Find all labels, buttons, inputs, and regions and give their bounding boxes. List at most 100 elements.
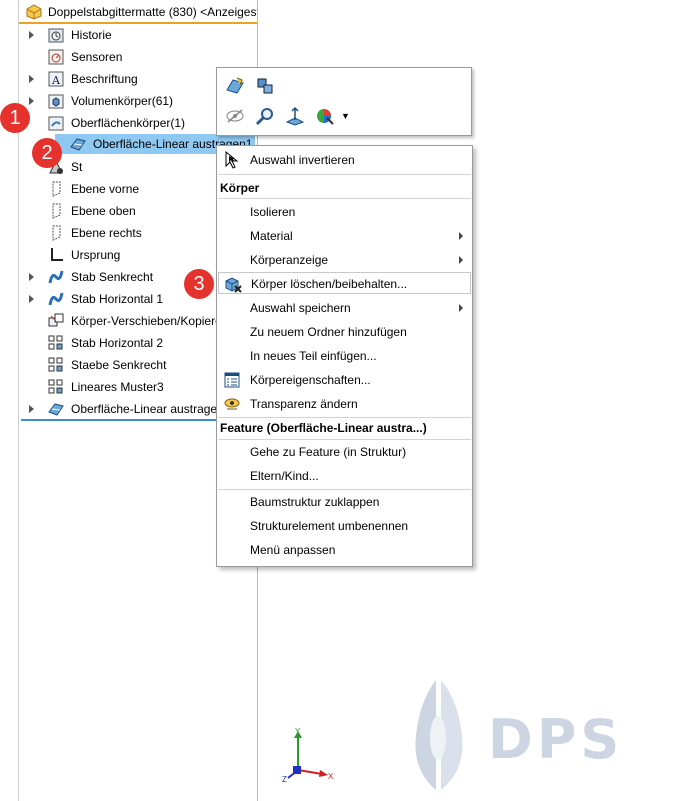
- tree-header-title: Doppelstabgittermatte (830) <Anzeigest: [48, 5, 257, 19]
- menu-item-auswahl-speichern[interactable]: Auswahl speichern: [218, 297, 471, 319]
- menu-item-label: Isolieren: [250, 205, 296, 219]
- menu-item-menue-anpassen[interactable]: Menü anpassen: [218, 539, 471, 561]
- menu-item-strukturelement-umbenennen[interactable]: Strukturelement umbenennen: [218, 515, 471, 537]
- step-badge-2: 2: [32, 138, 62, 168]
- submenu-arrow-icon: [459, 232, 463, 240]
- menu-item-label: Zu neuem Ordner hinzufügen: [250, 325, 407, 339]
- menu-item-koerpereigenschaften[interactable]: Körpereigenschaften...: [218, 369, 471, 391]
- menu-item-label: Strukturelement umbenennen: [250, 519, 409, 533]
- menu-item-koerper-loeschen[interactable]: Körper löschen/beibehalten...: [218, 272, 471, 294]
- menu-separator: [218, 174, 471, 175]
- axis-x-label: X: [328, 772, 334, 781]
- expand-arrow-icon[interactable]: [29, 97, 34, 105]
- hide-icon[interactable]: [225, 106, 245, 126]
- annotation-icon: A: [48, 71, 64, 87]
- expand-arrow-icon[interactable]: [29, 75, 34, 83]
- menu-item-label: Auswahl speichern: [250, 301, 351, 315]
- plane-icon: [52, 203, 61, 219]
- submenu-arrow-icon: [459, 304, 463, 312]
- tree-item-label: Oberfläche-Linear austragen: [71, 402, 224, 416]
- dropdown-arrow-icon[interactable]: ▼: [341, 111, 350, 121]
- appearance-icon[interactable]: [315, 106, 335, 126]
- pattern-icon: [48, 357, 63, 372]
- history-folder-icon: [48, 28, 64, 43]
- plane-icon: [52, 225, 61, 241]
- axis-z-label: Z: [282, 775, 287, 784]
- delete-body-icon: [225, 277, 242, 293]
- tree-item-label: Historie: [71, 28, 112, 42]
- transparency-icon: [224, 398, 240, 410]
- surface-pattern-icon: [48, 403, 64, 416]
- step-badge-1: 1: [0, 103, 30, 133]
- menu-item-label: Auswahl invertieren: [250, 153, 355, 167]
- select-body-icon[interactable]: [255, 76, 275, 96]
- menu-item-in-neues-teil[interactable]: In neues Teil einfügen...: [218, 345, 471, 367]
- tree-item-label: St: [71, 160, 83, 174]
- menu-item-transparenz[interactable]: Transparenz ändern: [218, 393, 471, 415]
- pattern-icon: [48, 335, 63, 350]
- menu-section-koerper: Körper: [220, 181, 260, 195]
- tree-item-label: Ursprung: [71, 248, 121, 262]
- menu-item-label: Transparenz ändern: [250, 397, 358, 411]
- menu-item-material[interactable]: Material: [218, 225, 471, 247]
- menu-separator: [218, 439, 471, 440]
- menu-item-label: Baumstruktur zuklappen: [250, 495, 380, 509]
- menu-item-isolieren[interactable]: Isolieren: [218, 201, 471, 223]
- cursor-arrow-icon: [225, 151, 239, 169]
- tree-item-label: Staebe Senkrecht: [71, 358, 167, 372]
- tree-item-label: Ebene oben: [71, 204, 136, 218]
- menu-item-label: Menü anpassen: [250, 543, 336, 557]
- menu-item-gehe-zu-feature[interactable]: Gehe zu Feature (in Struktur): [218, 441, 471, 463]
- expand-arrow-icon[interactable]: [29, 31, 34, 39]
- watermark-text: DPS: [488, 708, 623, 771]
- menu-separator: [218, 198, 471, 199]
- menu-item-label: Körper löschen/beibehalten...: [251, 277, 408, 291]
- menu-item-auswahl-invertieren[interactable]: Auswahl invertieren: [218, 149, 471, 171]
- sweep-icon: [48, 292, 64, 306]
- origin-icon: [51, 248, 63, 261]
- menu-item-label: In neues Teil einfügen...: [250, 349, 377, 363]
- menu-item-koerperanzeige[interactable]: Körperanzeige: [218, 249, 471, 271]
- menu-item-label: Körperanzeige: [250, 253, 329, 267]
- menu-item-baumstruktur-zuklappen[interactable]: Baumstruktur zuklappen: [218, 491, 471, 513]
- tree-item-label: Ebene rechts: [71, 226, 142, 240]
- step-badge-3: 3: [184, 269, 214, 299]
- expand-arrow-icon[interactable]: [29, 405, 34, 413]
- menu-item-eltern-kind[interactable]: Eltern/Kind...: [218, 465, 471, 487]
- tree-header[interactable]: Doppelstabgittermatte (830) <Anzeigest: [19, 2, 257, 24]
- menu-item-label: Eltern/Kind...: [250, 469, 319, 483]
- menu-item-zu-neuem-ordner[interactable]: Zu neuem Ordner hinzufügen: [218, 321, 471, 343]
- tree-item-label: Stab Senkrecht: [71, 270, 154, 284]
- surface-pattern-icon: [70, 138, 86, 151]
- part-icon: [26, 4, 42, 20]
- pattern-icon: [48, 379, 63, 394]
- submenu-arrow-icon: [459, 256, 463, 264]
- surface-bodies-folder-icon: [48, 116, 64, 131]
- expand-arrow-icon[interactable]: [29, 273, 34, 281]
- menu-section-feature: Feature (Oberfläche-Linear austra...): [220, 421, 427, 435]
- tree-item-label: Oberflächenkörper(1): [71, 116, 186, 130]
- sweep-icon: [48, 270, 64, 284]
- expand-arrow-icon[interactable]: [29, 295, 34, 303]
- context-toolbar: ▼: [216, 67, 472, 136]
- properties-icon: [224, 372, 240, 388]
- move-copy-icon: [48, 313, 64, 327]
- tree-item-label: Stab Horizontal 1: [71, 292, 164, 306]
- edit-feature-icon[interactable]: [225, 76, 245, 96]
- menu-item-label: Gehe zu Feature (in Struktur): [250, 445, 407, 459]
- tree-item-label: Beschriftung: [71, 72, 138, 86]
- context-menu: Auswahl invertieren Körper Isolieren Mat…: [216, 145, 473, 567]
- sensor-icon: [48, 49, 64, 65]
- menu-separator: [218, 489, 471, 490]
- menu-item-label: Körpereigenschaften...: [250, 373, 371, 387]
- axis-y-label: Y: [295, 728, 301, 736]
- plane-icon: [52, 181, 61, 197]
- tree-item-label: Volumenkörper(61): [71, 94, 174, 108]
- tree-item-label: Sensoren: [71, 50, 123, 64]
- tree-item-label: Stab Horizontal 2: [71, 336, 164, 350]
- normal-to-icon[interactable]: [285, 106, 305, 126]
- solid-bodies-folder-icon: [48, 94, 64, 109]
- dps-watermark-logo: DPS: [415, 680, 623, 790]
- svg-text:A: A: [51, 74, 61, 87]
- zoom-to-selection-icon[interactable]: [255, 106, 275, 126]
